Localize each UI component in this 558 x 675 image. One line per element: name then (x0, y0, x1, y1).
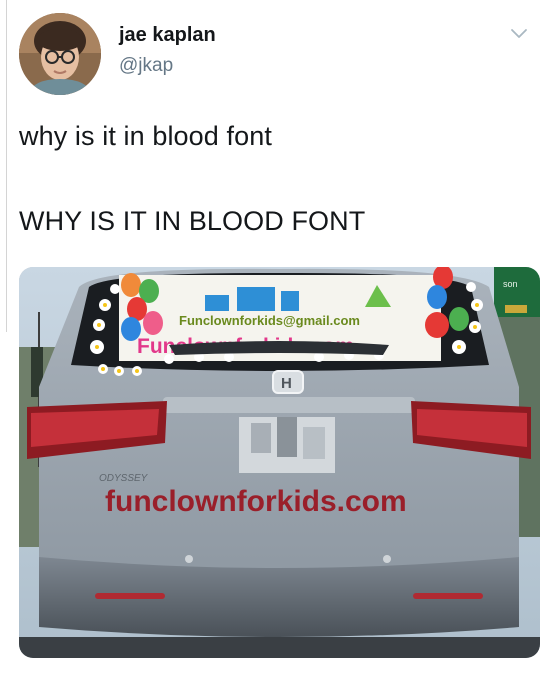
author-handle[interactable]: @jkap (119, 55, 173, 77)
author-display-name[interactable]: jae kaplan (119, 24, 216, 47)
highway-sign: son (494, 267, 540, 317)
tweet-text-line: WHY IS IT IN BLOOD FONT (19, 206, 366, 236)
honda-badge: H (272, 370, 304, 394)
banner-email: Funclownforkids@gmail.com (179, 313, 360, 328)
user-avatar-icon (19, 13, 101, 95)
badge-letter: H (281, 375, 292, 392)
sign-label: son (503, 279, 518, 289)
tweet-text-line: why is it in blood font (19, 121, 272, 151)
tweet: jae kaplan @jkap why is it in blood font… (0, 0, 558, 675)
van-photo: son Funclownforkids@gmail.com Funclownfo… (19, 267, 540, 658)
chevron-down-icon[interactable] (508, 22, 530, 44)
painted-blood-text: funclownforkids.com (105, 485, 407, 518)
tweet-photo[interactable]: son Funclownforkids@gmail.com Funclownfo… (19, 267, 540, 658)
svg-text:ODYSSEY: ODYSSEY (99, 473, 149, 484)
avatar[interactable] (19, 13, 101, 95)
